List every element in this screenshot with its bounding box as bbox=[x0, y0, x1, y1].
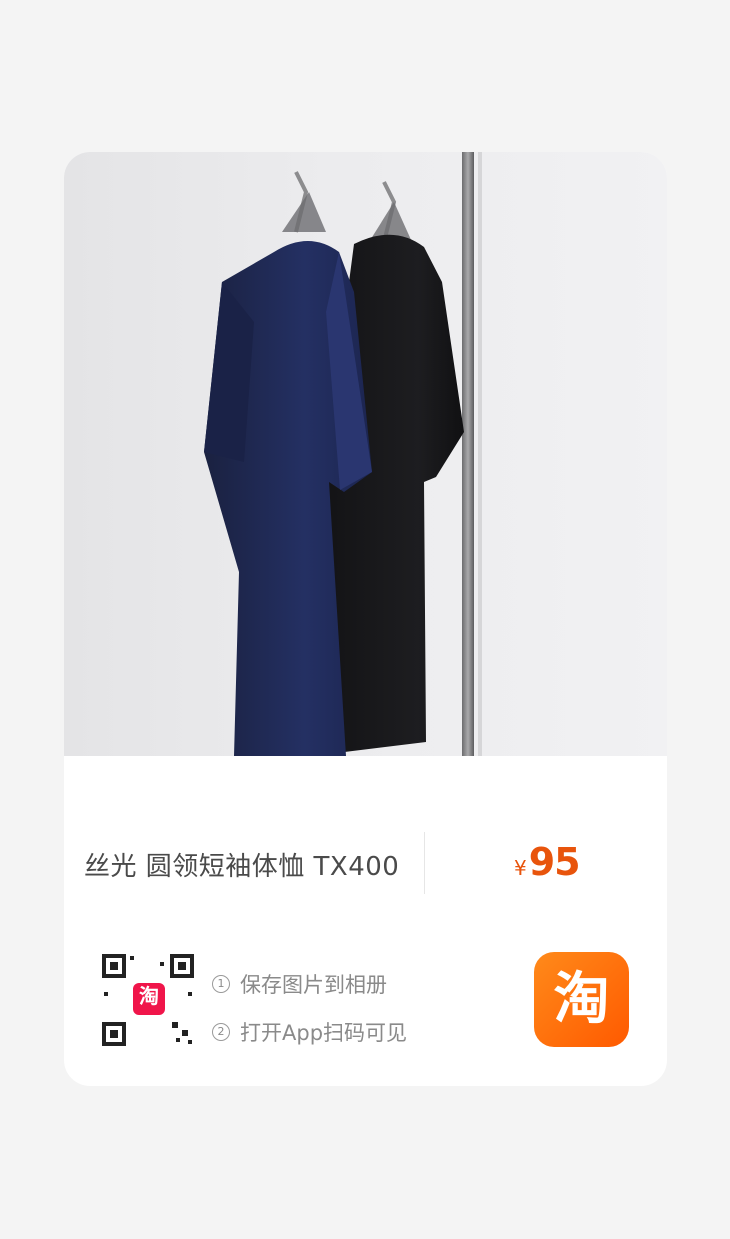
product-image[interactable] bbox=[64, 152, 667, 756]
share-card: 丝光 圆领短袖体恤 TX400 ¥95 淘 1 保存图片到相册 2 打开App扫… bbox=[64, 152, 667, 1086]
product-price: ¥95 bbox=[514, 840, 581, 884]
taobao-logo-glyph: 淘 bbox=[553, 966, 610, 1032]
step-2-number: 2 bbox=[212, 1023, 230, 1041]
step-1-number: 1 bbox=[212, 975, 230, 993]
product-info-row: 丝光 圆领短袖体恤 TX400 ¥95 bbox=[64, 832, 667, 894]
share-instructions: 1 保存图片到相册 2 打开App扫码可见 bbox=[212, 960, 407, 1056]
instruction-step-2: 2 打开App扫码可见 bbox=[212, 1008, 407, 1056]
divider bbox=[424, 832, 425, 894]
price-currency: ¥ bbox=[514, 856, 527, 880]
step-1-text: 保存图片到相册 bbox=[240, 973, 387, 997]
product-title[interactable]: 丝光 圆领短袖体恤 TX400 bbox=[84, 846, 399, 883]
instruction-step-1: 1 保存图片到相册 bbox=[212, 960, 407, 1008]
taobao-app-icon: 淘 bbox=[534, 952, 629, 1047]
qr-center-badge: 淘 bbox=[139, 984, 159, 1008]
price-amount: 95 bbox=[528, 840, 581, 884]
step-2-text: 打开App扫码可见 bbox=[240, 1021, 408, 1045]
qr-code: 淘 bbox=[100, 952, 196, 1048]
